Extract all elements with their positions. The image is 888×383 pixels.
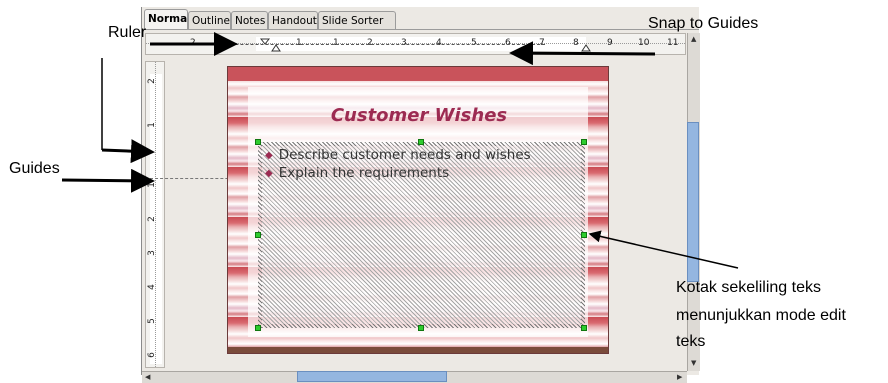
textbox-arrow (588, 230, 739, 269)
snap-arrow (509, 41, 656, 66)
guides-arrow-lower (61, 168, 155, 193)
guides-arrow-upper (101, 139, 155, 164)
annotation-arrows (61, 32, 739, 269)
